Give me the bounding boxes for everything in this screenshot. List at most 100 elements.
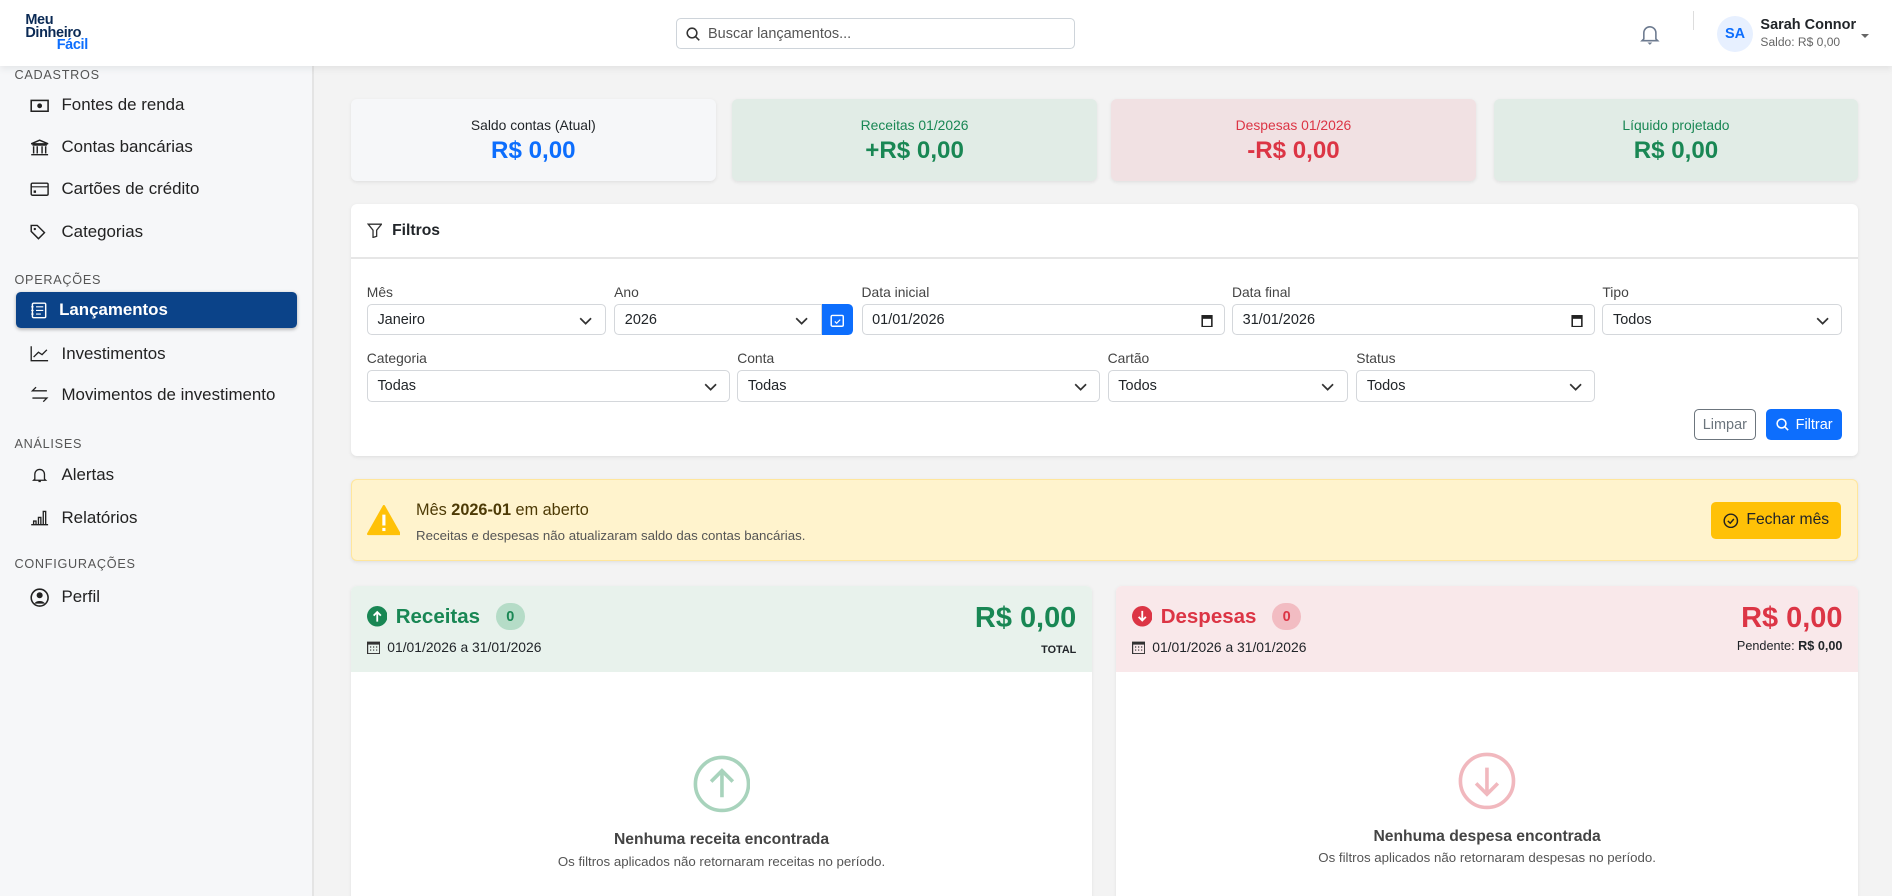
pending-label: Pendente: xyxy=(1736,639,1799,654)
data_inicial-value: 01/01/2026 xyxy=(872,311,945,328)
sidebar-item-relatorios[interactable]: Relatórios xyxy=(16,500,297,536)
bell-icon[interactable] xyxy=(1639,22,1661,46)
filter-button-label: Filtrar xyxy=(1795,416,1833,433)
mes-field[interactable]: Janeiro xyxy=(366,304,606,336)
alert-title-prefix: Mês xyxy=(416,500,452,519)
alert-month: 2026-01 xyxy=(451,500,511,519)
chevron-down-icon[interactable] xyxy=(1569,380,1582,397)
ano-value: 2026 xyxy=(624,311,657,328)
data_inicial-label: Data inicial xyxy=(861,283,930,300)
data_final-field[interactable]: 31/01/2026 xyxy=(1231,304,1596,336)
alert-message: Receitas e despesas não atualizaram sald… xyxy=(416,528,806,544)
chevron-down-icon[interactable] xyxy=(1074,380,1087,397)
receitas-empty-state: Nenhuma receita encontrada Os filtros ap… xyxy=(351,755,1092,869)
filters-title: Filtros xyxy=(392,221,440,239)
filter-button[interactable]: Filtrar xyxy=(1766,409,1843,441)
chevron-down-icon[interactable] xyxy=(704,380,717,397)
categoria-value: Todas xyxy=(377,378,417,395)
status-field[interactable]: Todos xyxy=(1356,370,1596,402)
sidebar-item-label: Movimentos de investimento xyxy=(61,384,276,404)
app-logo[interactable]: Meu Dinheiro Fácil xyxy=(25,13,88,52)
filters-header: Filtros xyxy=(351,204,1859,260)
clear-button[interactable]: Limpar xyxy=(1694,409,1756,441)
sidebar-item-perfil[interactable]: Perfil xyxy=(16,579,297,615)
despesas-panel: Despesas 0 01/01/2026 a 31/01/2026 R$ 0,0… xyxy=(1116,586,1859,896)
sidebar: CADASTROS Fontes de renda Contas bancári… xyxy=(0,66,314,896)
receitas-title: Receitas 0 xyxy=(366,603,525,630)
receitas-title-text: Receitas xyxy=(395,604,481,628)
caret-down-icon[interactable] xyxy=(1860,33,1869,39)
despesas-count-badge: 0 xyxy=(1272,603,1302,630)
cartao-field[interactable]: Todos xyxy=(1107,370,1348,402)
close-month-button[interactable]: Fechar mês xyxy=(1711,501,1842,540)
search-placeholder: Buscar lançamentos... xyxy=(708,25,852,42)
chevron-down-icon[interactable] xyxy=(579,314,593,331)
empty-text: Os filtros aplicados não retornaram rece… xyxy=(557,854,886,870)
sidebar-item-cartoes-de-credito[interactable]: Cartões de crédito xyxy=(16,171,297,207)
journal-icon xyxy=(31,302,47,319)
summary-label: Receitas 01/2026 xyxy=(860,117,969,134)
arrow-down-circle-icon xyxy=(1131,606,1153,627)
receitas-panel: Receitas 0 01/01/2026 a 31/01/2026 R$ 0,0… xyxy=(351,586,1092,896)
chevron-down-icon[interactable] xyxy=(1321,380,1335,397)
sidebar-item-alertas[interactable]: Alertas xyxy=(16,457,297,493)
sidebar-item-movimentos-de-investimento[interactable]: Movimentos de investimento xyxy=(16,376,297,412)
summary-value: R$ 0,00 xyxy=(491,136,576,164)
empty-title: Nenhuma receita encontrada xyxy=(613,831,830,849)
despesas-range-text: 01/01/2026 a 31/01/2026 xyxy=(1152,639,1307,656)
calendar-icon[interactable] xyxy=(1571,314,1583,331)
ano-label: Ano xyxy=(614,283,639,300)
data_inicial-field[interactable]: 01/01/2026 xyxy=(861,304,1225,336)
receitas-count-badge: 0 xyxy=(495,603,525,630)
chevron-down-icon[interactable] xyxy=(795,314,809,331)
despesas-range: 01/01/2026 a 31/01/2026 xyxy=(1131,639,1307,656)
funnel-icon xyxy=(366,223,383,239)
summary-card-saldo: Saldo contas (Atual) R$ 0,00 xyxy=(351,98,716,181)
pending-value: R$ 0,00 xyxy=(1798,639,1843,654)
search-input[interactable]: Buscar lançamentos... xyxy=(675,18,1076,50)
current-month-button[interactable] xyxy=(821,304,854,336)
sidebar-item-contas-bancarias[interactable]: Contas bancárias xyxy=(16,129,297,165)
conta-label: Conta xyxy=(737,349,775,366)
section-operacoes: OPERAÇÕES xyxy=(14,272,102,287)
section-configuracoes: CONFIGURAÇÕES xyxy=(14,557,136,572)
conta-field[interactable]: Todas xyxy=(737,370,1101,402)
despesas-amount: R$ 0,00 xyxy=(1741,602,1843,635)
sidebar-item-fontes-de-renda[interactable]: Fontes de renda xyxy=(16,87,297,123)
month-open-alert: Mês 2026-01 em aberto Receitas e despesa… xyxy=(351,479,1859,562)
sidebar-item-lancamentos[interactable]: Lançamentos xyxy=(15,291,297,329)
sidebar-item-categorias[interactable]: Categorias xyxy=(16,214,297,250)
sidebar-item-label: Investimentos xyxy=(61,343,166,363)
calendar-icon[interactable] xyxy=(1201,314,1213,331)
data_final-label: Data final xyxy=(1231,283,1291,300)
summary-value: +R$ 0,00 xyxy=(865,136,964,164)
avatar[interactable]: SA xyxy=(1716,15,1754,52)
user-name[interactable]: Sarah Connor xyxy=(1760,17,1856,33)
summary-card-liquido: Líquido projetado R$ 0,00 xyxy=(1493,98,1859,181)
chevron-down-icon[interactable] xyxy=(1816,314,1829,331)
sidebar-item-label: Fontes de renda xyxy=(61,94,185,114)
receitas-total-label: TOTAL xyxy=(1041,644,1077,657)
bar-chart-icon xyxy=(31,510,49,526)
receitas-header: Receitas 0 01/01/2026 a 31/01/2026 R$ 0,0… xyxy=(351,586,1092,673)
arrow-up-circle-icon xyxy=(366,606,388,627)
ano-field[interactable]: 2026 xyxy=(614,304,822,336)
categoria-field[interactable]: Todas xyxy=(366,370,730,402)
sidebar-item-label: Lançamentos xyxy=(59,300,168,320)
summary-card-receitas: Receitas 01/2026 +R$ 0,00 xyxy=(732,98,1097,181)
alert-title-suffix: em aberto xyxy=(511,500,589,519)
sidebar-item-label: Perfil xyxy=(61,587,100,607)
status-value: Todos xyxy=(1366,378,1406,395)
check-circle-icon xyxy=(1723,513,1739,528)
despesas-pending: Pendente: R$ 0,00 xyxy=(1737,639,1843,653)
search-icon xyxy=(1776,418,1790,431)
user-balance: Saldo: R$ 0,00 xyxy=(1760,34,1841,49)
person-circle-icon xyxy=(30,588,50,607)
sidebar-item-label: Categorias xyxy=(61,221,144,241)
tipo-field[interactable]: Todos xyxy=(1602,304,1843,336)
sidebar-item-label: Contas bancárias xyxy=(61,137,193,157)
mes-label: Mês xyxy=(366,283,393,300)
divider xyxy=(1692,10,1695,31)
sidebar-item-investimentos[interactable]: Investimentos xyxy=(16,335,297,371)
receitas-range-text: 01/01/2026 a 31/01/2026 xyxy=(387,639,542,656)
